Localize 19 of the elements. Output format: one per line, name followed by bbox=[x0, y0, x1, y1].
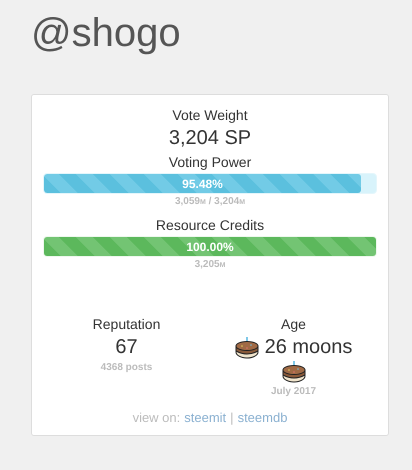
vote-weight-label: Vote Weight bbox=[172, 107, 248, 123]
link-separator: | bbox=[230, 410, 234, 425]
vote-weight-value: 3,204 SP bbox=[168, 127, 252, 150]
meter-label: Voting Power bbox=[168, 154, 252, 170]
site-link[interactable]: steemdb bbox=[238, 410, 288, 425]
progress-reading: 95.48% bbox=[182, 176, 223, 190]
cake-icon bbox=[282, 361, 306, 383]
age-value: 26 moons bbox=[264, 336, 352, 359]
progress-reading: 100.00% bbox=[186, 240, 234, 254]
meter-label: Resource Credits bbox=[156, 217, 264, 233]
post-count: 4368 posts bbox=[100, 362, 152, 373]
view-on-label: view on: bbox=[132, 410, 180, 425]
username-title: @shogo bbox=[30, 10, 182, 57]
age-label: Age bbox=[281, 316, 306, 332]
site-link[interactable]: steemit bbox=[184, 410, 226, 425]
reputation-value: 67 bbox=[115, 336, 138, 359]
join-date: July 2017 bbox=[270, 386, 316, 397]
reputation-label: Reputation bbox=[92, 316, 160, 332]
cake-icon bbox=[234, 336, 259, 358]
